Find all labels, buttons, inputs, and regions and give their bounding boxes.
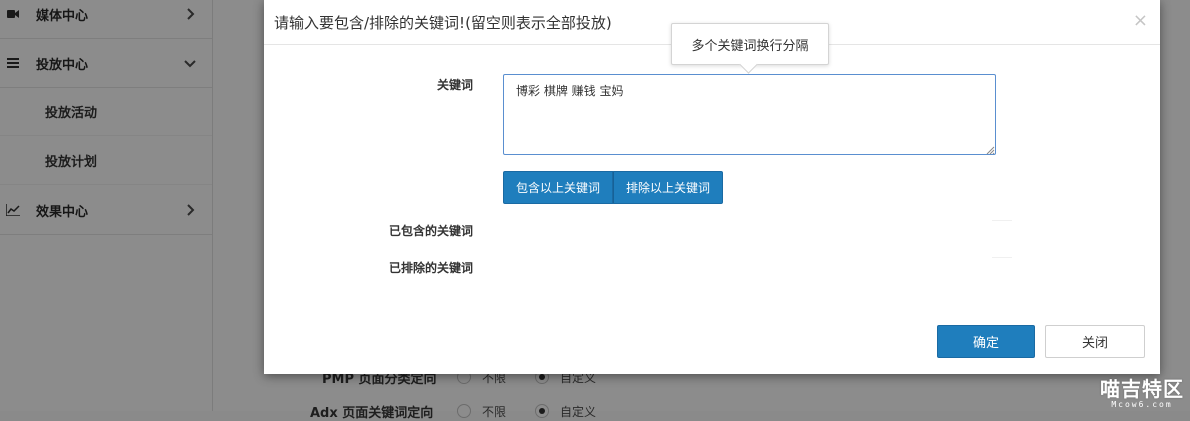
excluded-keywords-label: 已排除的关键词 (388, 261, 473, 275)
keyword-textarea[interactable]: 博彩 棋牌 赚钱 宝妈 (503, 74, 996, 155)
sidebar-subitem-label: 投放活动 (45, 106, 98, 121)
bg-radio-label: 自定义 (560, 405, 597, 419)
confirm-button[interactable]: 确定 (937, 325, 1035, 358)
divider (992, 220, 1012, 221)
chevron-right-icon (182, 6, 198, 22)
sidebar-item-media-center[interactable]: 媒体中心 (0, 0, 212, 39)
keyword-tooltip: 多个关键词换行分隔 (671, 23, 829, 65)
sidebar-subitem-label: 投放计划 (45, 155, 98, 170)
keyword-label: 关键词 (436, 78, 473, 92)
include-keywords-button[interactable]: 包含以上关键词 (503, 171, 614, 204)
close-icon[interactable]: × (1133, 10, 1148, 31)
chevron-right-icon (182, 202, 198, 218)
close-button[interactable]: 关闭 (1045, 325, 1145, 358)
line-chart-icon (6, 203, 20, 217)
sidebar-item-label: 投放中心 (36, 57, 89, 73)
bg-radio-custom[interactable] (535, 404, 549, 418)
chevron-down-icon (182, 55, 198, 71)
modal-title: 请输入要包含/排除的关键词!(留空则表示全部投放) (274, 14, 612, 32)
divider (992, 257, 1012, 258)
video-camera-icon (6, 7, 20, 21)
watermark-logo: 喵吉特区 Mcow6.com (1100, 373, 1184, 409)
sidebar-item-ad-center[interactable]: 投放中心 (0, 39, 212, 88)
resize-handle-icon[interactable] (985, 144, 995, 155)
keyword-modal: 请输入要包含/排除的关键词!(留空则表示全部投放) × 多个关键词换行分隔 关键… (264, 0, 1160, 374)
keyword-action-group: 包含以上关键词 排除以上关键词 (503, 171, 724, 204)
list-icon (6, 56, 20, 70)
sidebar-item-label: 效果中心 (36, 204, 89, 220)
sidebar-subitem-plans[interactable]: 投放计划 (0, 137, 212, 185)
sidebar-item-label: 媒体中心 (36, 8, 89, 24)
bg-row-label-adx: Adx 页面关键词定向 (310, 406, 434, 421)
sidebar: 媒体中心 投放中心 投放活动 投放计划 效果中心 (0, 0, 213, 411)
exclude-keywords-button[interactable]: 排除以上关键词 (613, 171, 724, 204)
sidebar-item-effect-center[interactable]: 效果中心 (0, 186, 212, 235)
tooltip-text: 多个关键词换行分隔 (691, 38, 809, 54)
watermark-sub: Mcow6.com (1111, 400, 1173, 409)
bg-radio-label: 不限 (482, 405, 507, 419)
sidebar-subitem-campaigns[interactable]: 投放活动 (0, 88, 212, 136)
included-keywords-label: 已包含的关键词 (388, 224, 473, 238)
watermark-main: 喵吉特区 (1100, 377, 1184, 401)
bg-radio-unlimited[interactable] (457, 404, 471, 418)
